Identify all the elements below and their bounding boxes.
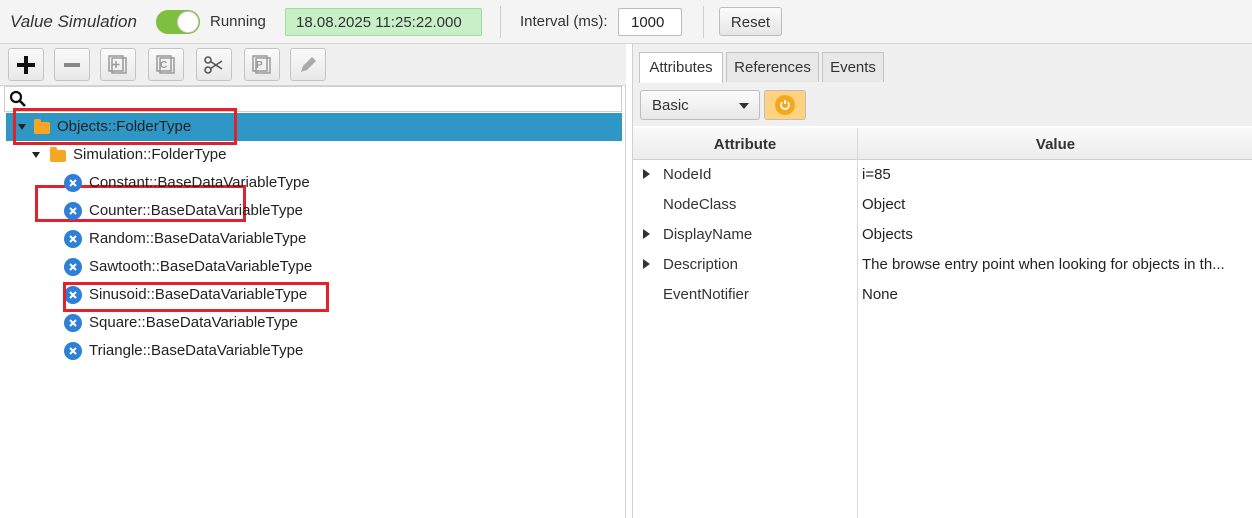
plus-icon [17, 55, 35, 74]
tab-attributes[interactable]: Attributes [639, 52, 723, 83]
timestamp-display: 18.08.2025 11:25:22.000 [285, 8, 482, 36]
copy-button[interactable]: C [148, 48, 184, 81]
divider [703, 6, 704, 38]
tree-node-label: Random::BaseDataVariableType [89, 230, 307, 247]
toggle-knob [177, 11, 199, 33]
refresh-icon [775, 95, 795, 115]
interval-input[interactable] [618, 8, 682, 36]
refresh-button[interactable] [764, 90, 806, 120]
attribute-value: Objects [862, 226, 913, 243]
tree-node-variable[interactable]: Constant::BaseDataVariableType [6, 169, 622, 197]
view-select[interactable]: Basic [640, 90, 760, 120]
folder-icon [50, 147, 66, 162]
edit-button[interactable] [290, 48, 326, 81]
interval-label: Interval (ms): [520, 13, 608, 30]
divider [500, 6, 501, 38]
attributes-pane: Attributes References Events Basic Attri… [632, 44, 1252, 518]
column-header-value[interactable]: Value [858, 128, 1252, 160]
expand-arrow-icon[interactable] [643, 259, 650, 269]
tree-node-label: Triangle::BaseDataVariableType [89, 342, 304, 359]
attributes-table: Attribute Value NodeId i=85 NodeClass Ob… [633, 128, 1252, 518]
tree-node-label: Constant::BaseDataVariableType [89, 174, 310, 191]
expand-arrow-icon[interactable] [643, 169, 650, 179]
attribute-value: i=85 [862, 166, 891, 183]
attribute-name: NodeClass [663, 196, 737, 213]
cut-button[interactable] [196, 48, 232, 81]
attribute-name: DisplayName [663, 226, 753, 243]
tree-node-variable[interactable]: Square::BaseDataVariableType [6, 309, 622, 337]
highlight-box [63, 282, 329, 312]
tabs-area: Attributes References Events Basic [633, 44, 1252, 126]
attribute-value: None [862, 286, 898, 303]
variable-icon [64, 202, 82, 220]
highlight-box [13, 108, 237, 145]
view-select-value: Basic [652, 97, 689, 114]
tree-node-variable[interactable]: Sawtooth::BaseDataVariableType [6, 253, 622, 281]
reset-button[interactable]: Reset [719, 7, 782, 36]
variable-icon [64, 258, 82, 276]
tree-toolbar: C P [0, 44, 626, 86]
app-title: Value Simulation [10, 12, 137, 31]
add-reference-button[interactable] [100, 48, 136, 81]
add-node-button[interactable] [8, 48, 44, 81]
attribute-value: Object [862, 196, 906, 213]
tab-events[interactable]: Events [822, 52, 884, 82]
paste-icon: P [252, 54, 271, 74]
attribute-value: The browse entry point when looking for … [862, 256, 1225, 273]
column-divider [857, 128, 858, 518]
expand-arrow-icon[interactable] [32, 152, 40, 158]
remove-node-button[interactable] [54, 48, 90, 81]
variable-icon [64, 174, 82, 192]
variable-icon [64, 342, 82, 360]
attribute-name: NodeId [663, 166, 712, 183]
edit-icon [301, 56, 316, 72]
running-status: Running [210, 13, 266, 30]
svg-text:P: P [256, 60, 263, 71]
variable-icon [64, 314, 82, 332]
column-header-attribute[interactable]: Attribute [633, 128, 857, 160]
chevron-down-icon [739, 103, 749, 109]
attribute-name: Description [663, 256, 739, 273]
tree-node-variable[interactable]: Triangle::BaseDataVariableType [6, 337, 622, 365]
paste-button[interactable]: P [244, 48, 280, 81]
tree-node-label: Counter::BaseDataVariableType [89, 202, 304, 219]
tree-node-variable[interactable]: Counter::BaseDataVariableType [6, 197, 622, 225]
tab-references[interactable]: References [726, 52, 819, 82]
minus-icon [64, 62, 80, 67]
expand-arrow-icon[interactable] [643, 229, 650, 239]
running-toggle[interactable] [156, 10, 200, 34]
variable-icon [64, 230, 82, 248]
tree-node-label: Simulation::FolderType [73, 146, 227, 163]
svg-text:C: C [160, 60, 167, 71]
cut-icon [204, 55, 223, 74]
address-space-pane: C P Objects::FolderType Simulation::Fold… [0, 44, 626, 518]
tree-node-simulation[interactable]: Simulation::FolderType [6, 141, 622, 169]
tree-node-label: Square::BaseDataVariableType [89, 314, 299, 331]
search-icon [9, 90, 26, 107]
copy-icon: C [156, 54, 175, 74]
top-toolbar: Value Simulation Running 18.08.2025 11:2… [0, 0, 1252, 44]
add-box-icon [108, 54, 127, 74]
tree-node-label: Sawtooth::BaseDataVariableType [89, 258, 313, 275]
tree-node-variable[interactable]: Random::BaseDataVariableType [6, 225, 622, 253]
attribute-name: EventNotifier [663, 286, 749, 303]
